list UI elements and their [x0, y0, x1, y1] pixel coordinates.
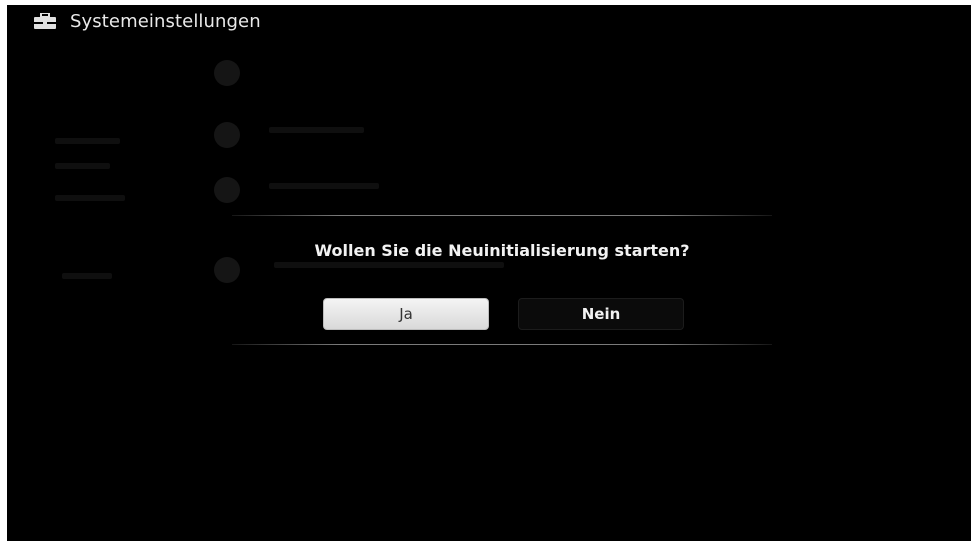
background-side-text [62, 273, 112, 279]
dialog-bottom-divider [232, 344, 772, 345]
yes-button[interactable]: Ja [323, 298, 489, 330]
background-menu-text [269, 183, 379, 189]
background-side-text [55, 195, 125, 201]
tv-screen: Systemeinstellungen Wollen Sie die Neuin… [7, 5, 971, 541]
background-side-text [55, 163, 110, 169]
background-side-text [55, 138, 120, 144]
dialog-top-divider [232, 215, 772, 216]
dialog-question: Wollen Sie die Neuinitialisierung starte… [314, 241, 690, 260]
background-menu-icon [214, 122, 240, 148]
background-menu-icon [214, 177, 240, 203]
background-menu-text [269, 127, 364, 133]
background-menu-icon [214, 60, 240, 86]
no-button[interactable]: Nein [518, 298, 684, 330]
confirm-dialog: Wollen Sie die Neuinitialisierung starte… [232, 215, 772, 345]
